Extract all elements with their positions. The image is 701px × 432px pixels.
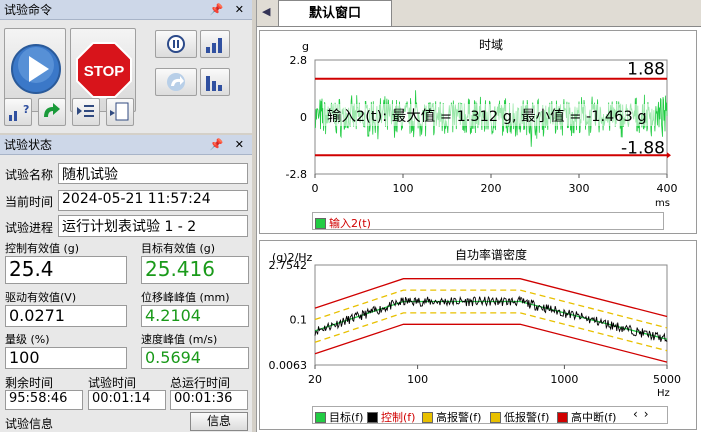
target-rms-field: 25.416: [141, 256, 249, 284]
pause-icon: [167, 35, 185, 53]
time-chart-panel: 时域 g 2.8 0 -2.8 0 100 200 300 400 ms 1.88 -1.88 输入2(t…: [259, 30, 697, 234]
command-panel: STOP ?: [0, 20, 252, 133]
psd-chart[interactable]: 自功率谱密度(g)2/Hz2.75420.10.006320 100 1000 500…: [260, 241, 696, 429]
time-legend: 输入2(t): [312, 212, 664, 230]
legend-target[interactable]: 目标(f): [315, 409, 363, 423]
y-tick-label: 0.1: [290, 314, 308, 327]
current-time-field: 2024-05-21 11:57:24: [58, 190, 248, 211]
test-progress-field: 运行计划表试验 1 - 2: [58, 215, 248, 237]
redo-icon: [167, 73, 185, 91]
plot-area: [314, 264, 668, 366]
y-tick-label: 0: [300, 111, 307, 124]
test-time-label: 试验时间: [88, 376, 137, 390]
command-panel-title: 试验命令 📌 ✕: [0, 0, 252, 20]
remaining-time-label: 剩余时间: [5, 376, 54, 390]
help-button[interactable]: ?: [4, 98, 32, 126]
legend-high-abort[interactable]: 高中断(f): [557, 409, 616, 423]
current-time-label: 当前时间: [5, 195, 54, 209]
svg-text:?: ?: [23, 103, 29, 116]
checkbox-icon[interactable]: [315, 411, 326, 423]
legend-scroll-arrows-icon[interactable]: ‹›: [633, 407, 655, 421]
control-rms-field: 25.4: [5, 256, 127, 284]
remaining-time-field: 95:58:46: [5, 390, 83, 410]
checkbox-icon[interactable]: [557, 411, 568, 423]
velocity-label: 速度峰值 (m/s): [141, 333, 218, 346]
displacement-field: 4.2104: [141, 305, 249, 327]
x-axis-unit: Hz: [657, 388, 670, 399]
displacement-label: 位移峰峰值 (mm): [141, 291, 230, 304]
limit-marker-icon: [667, 152, 671, 159]
tab-default-window[interactable]: 默认窗口: [278, 0, 392, 26]
help-bars-icon: ?: [9, 103, 29, 121]
x-tick-label: 5000: [653, 373, 681, 386]
bars-down-icon: [206, 76, 222, 91]
test-progress-label: 试验进程: [5, 221, 54, 235]
checkbox-icon[interactable]: [315, 217, 326, 229]
legend-control[interactable]: 控制(f): [367, 409, 415, 423]
status-panel-title: 试验状态 📌 ✕: [0, 135, 252, 155]
legend-input2[interactable]: 输入2(t): [315, 215, 371, 231]
upper-limit-label: 1.88: [627, 60, 665, 80]
test-name-label: 试验名称: [5, 168, 54, 182]
return-arrow-icon: [44, 103, 60, 117]
x-tick-label: 20: [308, 373, 322, 386]
control-rms-label: 控制有效值 (g): [5, 242, 80, 255]
x-tick-label: 100: [393, 182, 414, 195]
y-tick-label: 2.8: [290, 54, 308, 67]
x-axis-unit: ms: [655, 198, 670, 209]
checkbox-icon[interactable]: [367, 411, 378, 423]
stop-label: STOP: [84, 63, 125, 80]
psd-legend: 目标(f) 控制(f) 高报警(f) 低报警(f) 高中断(f) ‹›: [312, 406, 668, 424]
test-info-label: 试验信息: [5, 417, 54, 431]
psd-chart-panel: 自功率谱密度 (g)2/Hz 2.7542 0.1 0.0063 20 100 1000 500…: [259, 240, 697, 430]
x-tick-label: 0: [312, 182, 319, 195]
y-axis-unit: g: [302, 40, 309, 53]
y-tick-label: 0.0063: [269, 359, 308, 372]
target-rms-label: 目标有效值 (g): [141, 242, 216, 255]
x-tick-label: 400: [657, 182, 678, 195]
return-button[interactable]: [38, 98, 66, 126]
status-panel-controls[interactable]: 📌 ✕: [210, 135, 248, 155]
drive-rms-field: 0.0271: [5, 305, 127, 327]
checkbox-icon[interactable]: [490, 411, 501, 423]
chart-annotation: 输入2(t): 最大值 = 1.312 g, 最小值 = -1.463 g: [327, 108, 647, 125]
bars-up-icon: [206, 38, 222, 53]
list-forward-button[interactable]: [72, 98, 100, 126]
info-button[interactable]: 信息: [190, 412, 248, 431]
legend-low-alarm[interactable]: 低报警(f): [490, 409, 549, 423]
level-label: 量级 (%): [5, 333, 50, 346]
test-name-field: 随机试验: [58, 163, 248, 184]
y-tick-label: 2.7542: [269, 259, 308, 272]
velocity-field: 0.5694: [141, 347, 249, 369]
checkbox-icon[interactable]: [422, 411, 433, 423]
legend-high-alarm[interactable]: 高报警(f): [422, 409, 481, 423]
panel-controls[interactable]: 📌 ✕: [210, 0, 248, 20]
drive-rms-label: 驱动有效值(V): [5, 291, 77, 304]
document-icon: [110, 102, 129, 121]
redo-button[interactable]: [155, 68, 197, 96]
x-tick-label: 200: [481, 182, 502, 195]
total-time-field: 00:01:36: [170, 390, 248, 410]
x-tick-label: 1000: [550, 373, 578, 386]
time-domain-chart[interactable]: 时域 g2.8 0 -2.8 0 100 200 300 400 ms 1.88 -1.88 输入2(t…: [260, 31, 696, 233]
x-tick-label: 100: [407, 373, 428, 386]
tab-scroll-left-icon[interactable]: ◀: [262, 5, 270, 18]
legend-input2-label: 输入2(t): [329, 217, 371, 230]
lower-limit-label: -1.88: [621, 138, 665, 158]
test-time-field: 00:01:14: [88, 390, 166, 410]
x-tick-label: 300: [569, 182, 590, 195]
level-down-button[interactable]: [200, 68, 230, 96]
list-arrow-icon: [77, 105, 94, 117]
pause-button[interactable]: [155, 30, 197, 58]
level-field: 100: [5, 347, 127, 369]
y-tick-label: -2.8: [286, 168, 307, 181]
chart-title: 自功率谱密度: [455, 247, 527, 262]
total-time-label: 总运行时间: [170, 376, 231, 390]
document-button[interactable]: [106, 98, 134, 126]
level-up-button[interactable]: [200, 30, 230, 58]
chart-title: 时域: [479, 38, 503, 52]
